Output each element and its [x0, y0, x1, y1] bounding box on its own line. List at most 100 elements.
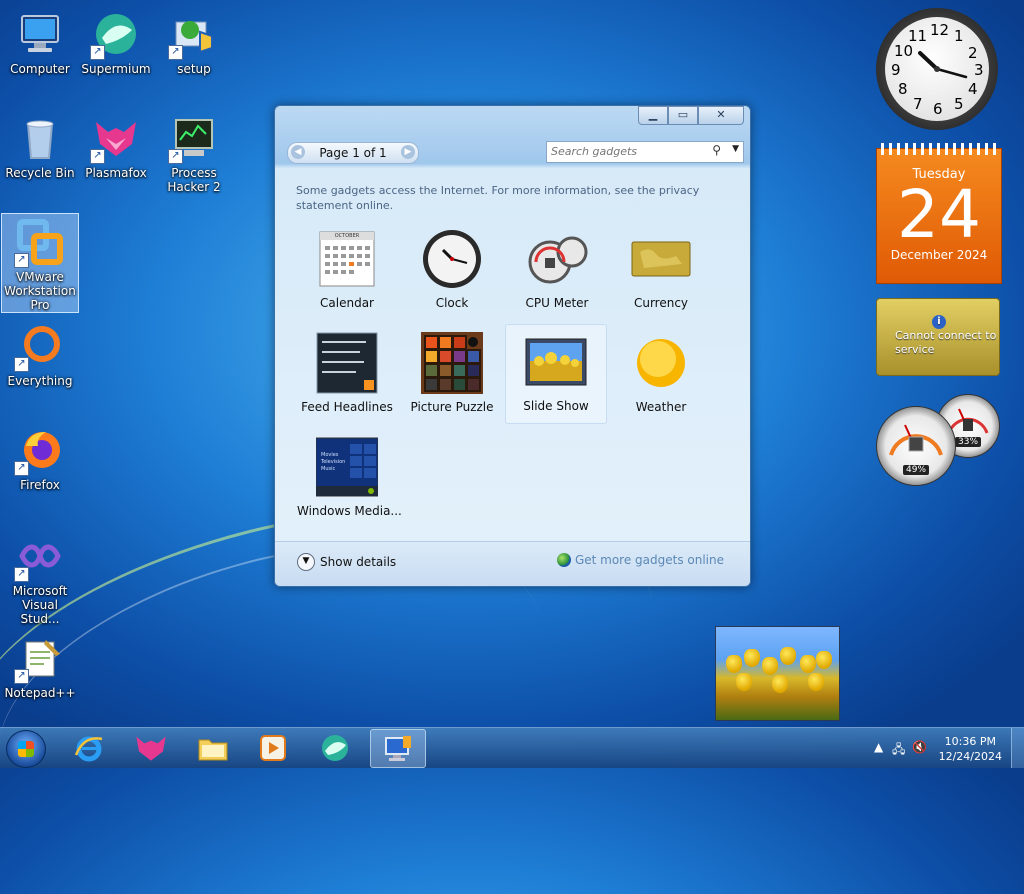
desktop-icon-computer[interactable]: Computer [2, 6, 78, 76]
clock-number: 5 [954, 95, 964, 113]
desktop-icon-supermium[interactable]: ↗ Supermium [78, 6, 154, 76]
show-details-label: Show details [320, 555, 397, 569]
start-button[interactable] [6, 730, 46, 768]
desktop-icon-vmware[interactable]: ↗ VMware Workstation Pro [1, 213, 79, 313]
desktop-icon-setup[interactable]: ↗ setup [156, 6, 232, 76]
clock-date: 12/24/2024 [938, 750, 1002, 763]
tulip-graphic [780, 647, 796, 665]
cpu-percent: 49% [902, 465, 930, 475]
gadget-picture-puzzle[interactable]: Picture Puzzle [402, 326, 502, 424]
page-navigator: ◀ Page 1 of 1 ▶ [287, 142, 419, 164]
privacy-notice[interactable]: Some gadgets access the Internet. For mo… [296, 183, 716, 213]
calendar-desktop-gadget[interactable]: Tuesday 24 December 2024 [876, 143, 1002, 284]
calendar-day: 24 [897, 176, 981, 253]
gadget-label: Feed Headlines [301, 400, 393, 414]
taskbar-plasmafox[interactable] [124, 729, 178, 766]
show-hidden-icons-button[interactable]: ▲ [874, 740, 883, 754]
calendar-gadget-icon: OCTOBER [316, 228, 378, 290]
desktop-gadgets-icon [385, 735, 411, 761]
taskbar-internet-explorer[interactable] [62, 729, 116, 766]
clock-number: 9 [891, 61, 901, 79]
tulip-graphic [762, 657, 778, 675]
clock-number: 2 [968, 44, 978, 62]
clock-gadget-icon [421, 228, 483, 290]
gadget-slide-show[interactable]: Slide Show [505, 324, 607, 424]
desktop-icon-plasmafox[interactable]: ↗ Plasmafox [78, 110, 154, 180]
calendar-month-year: December 2024 [890, 248, 988, 262]
search-icon[interactable]: ⚲ [712, 143, 721, 157]
chevron-down-icon[interactable]: ▼ [732, 144, 739, 154]
currency-desktop-gadget[interactable]: i Cannot connect to service [876, 298, 1000, 376]
show-desktop-button[interactable] [1011, 728, 1024, 768]
computer-icon [16, 10, 64, 58]
close-button[interactable]: ✕ [698, 106, 744, 125]
cpu-meter-dial[interactable]: 49% [876, 406, 956, 486]
vmware-icon: ↗ [14, 218, 64, 268]
show-details-toggle[interactable]: ▼ Show details [297, 553, 396, 571]
gadget-label: CPU Meter [525, 296, 589, 310]
tulip-graphic [736, 673, 752, 691]
notepadpp-icon: ↗ [14, 634, 64, 684]
desktop-icon-firefox[interactable]: ↗ Firefox [2, 422, 78, 492]
internet-explorer-icon [74, 736, 103, 761]
desktop-icon-visual-studio[interactable]: ↗ Microsoft Visual Stud... [2, 528, 78, 626]
get-more-gadgets-link[interactable]: Get more gadgets online [556, 553, 724, 567]
shortcut-arrow-icon: ↗ [14, 357, 29, 372]
desktop-icon-label: Plasmafox [85, 166, 147, 180]
gadget-weather[interactable]: Weather [611, 326, 711, 424]
gadget-calendar[interactable]: OCTOBER Calendar [297, 222, 397, 320]
thumb-line-movies: Movies [321, 452, 339, 458]
picture-puzzle-gadget-icon [421, 332, 483, 394]
taskbar-media-player[interactable] [246, 729, 300, 766]
clock-number: 8 [898, 80, 908, 98]
desktop-icon-label: Computer [10, 62, 70, 76]
gadget-gallery-window: ▁ ▭ ✕ ◀ Page 1 of 1 ▶ ⚲ ▼ Some gadgets a… [274, 105, 751, 587]
page-label: Page 1 of 1 [319, 146, 387, 160]
clock-number: 11 [908, 27, 928, 45]
calendar-rings [881, 143, 997, 155]
desktop-icon-label: Firefox [20, 478, 60, 492]
gadget-label: Windows Media... [297, 504, 402, 518]
visual-studio-icon: ↗ [14, 532, 64, 582]
gadget-label: Currency [633, 296, 689, 310]
taskbar-file-explorer[interactable] [186, 729, 240, 766]
clock-number: 4 [968, 80, 978, 98]
windows-media-center-gadget-icon: Movies Television Music [315, 436, 379, 498]
window-controls: ▁ ▭ ✕ [638, 106, 744, 125]
supermium-icon [322, 734, 348, 761]
gadget-label: Clock [435, 296, 469, 310]
gadget-clock[interactable]: Clock [402, 222, 502, 320]
volume-muted-icon[interactable]: 🔇 [912, 740, 927, 754]
desktop-icon-everything[interactable]: ↗ Everything [2, 318, 78, 388]
network-icon[interactable]: 🖧 [892, 740, 905, 761]
search-input[interactable] [547, 142, 705, 160]
clock-number: 3 [974, 61, 984, 79]
maximize-button[interactable]: ▭ [668, 106, 698, 125]
clock-desktop-gadget[interactable]: 12 1 2 3 4 5 6 7 8 9 10 11 [876, 8, 998, 130]
gadget-cpu-meter[interactable]: CPU Meter [507, 222, 607, 320]
system-clock[interactable]: 10:36 PM 12/24/2024 [939, 734, 1002, 764]
desktop-icon-recycle-bin[interactable]: Recycle Bin [2, 110, 78, 180]
gadget-currency[interactable]: Currency [611, 222, 711, 320]
currency-gadget-icon [630, 228, 692, 290]
shortcut-arrow-icon: ↗ [14, 567, 29, 582]
desktop-icon-label: Everything [7, 374, 73, 388]
setup-icon: ↗ [168, 10, 218, 60]
notification-area: ▲ 🖧 🔇 10:36 PM 12/24/2024 [864, 728, 1024, 768]
search-box: ⚲ ▼ [546, 141, 744, 163]
globe-icon [556, 553, 571, 567]
gadget-windows-media-center[interactable]: Movies Television Music Windows Media... [297, 430, 402, 528]
clock-time: 10:36 PM [944, 735, 996, 748]
desktop-icon-notepadpp[interactable]: ↗ Notepad++ [2, 630, 78, 700]
slide-show-desktop-gadget[interactable] [715, 626, 840, 721]
next-page-button[interactable]: ▶ [401, 145, 415, 159]
minimize-button[interactable]: ▁ [638, 106, 668, 125]
media-center-thumb-text: Movies Television Music [321, 452, 345, 473]
taskbar-supermium[interactable] [308, 729, 362, 766]
shortcut-arrow-icon: ↗ [90, 45, 105, 60]
taskbar-desktop-gadgets[interactable] [370, 729, 426, 768]
gadget-feed-headlines[interactable]: Feed Headlines [297, 326, 397, 424]
desktop-icon-process-hacker[interactable]: ↗ Process Hacker 2 [156, 110, 232, 194]
tulip-graphic [726, 655, 742, 673]
calendar-thumb-month: OCTOBER [334, 233, 360, 239]
